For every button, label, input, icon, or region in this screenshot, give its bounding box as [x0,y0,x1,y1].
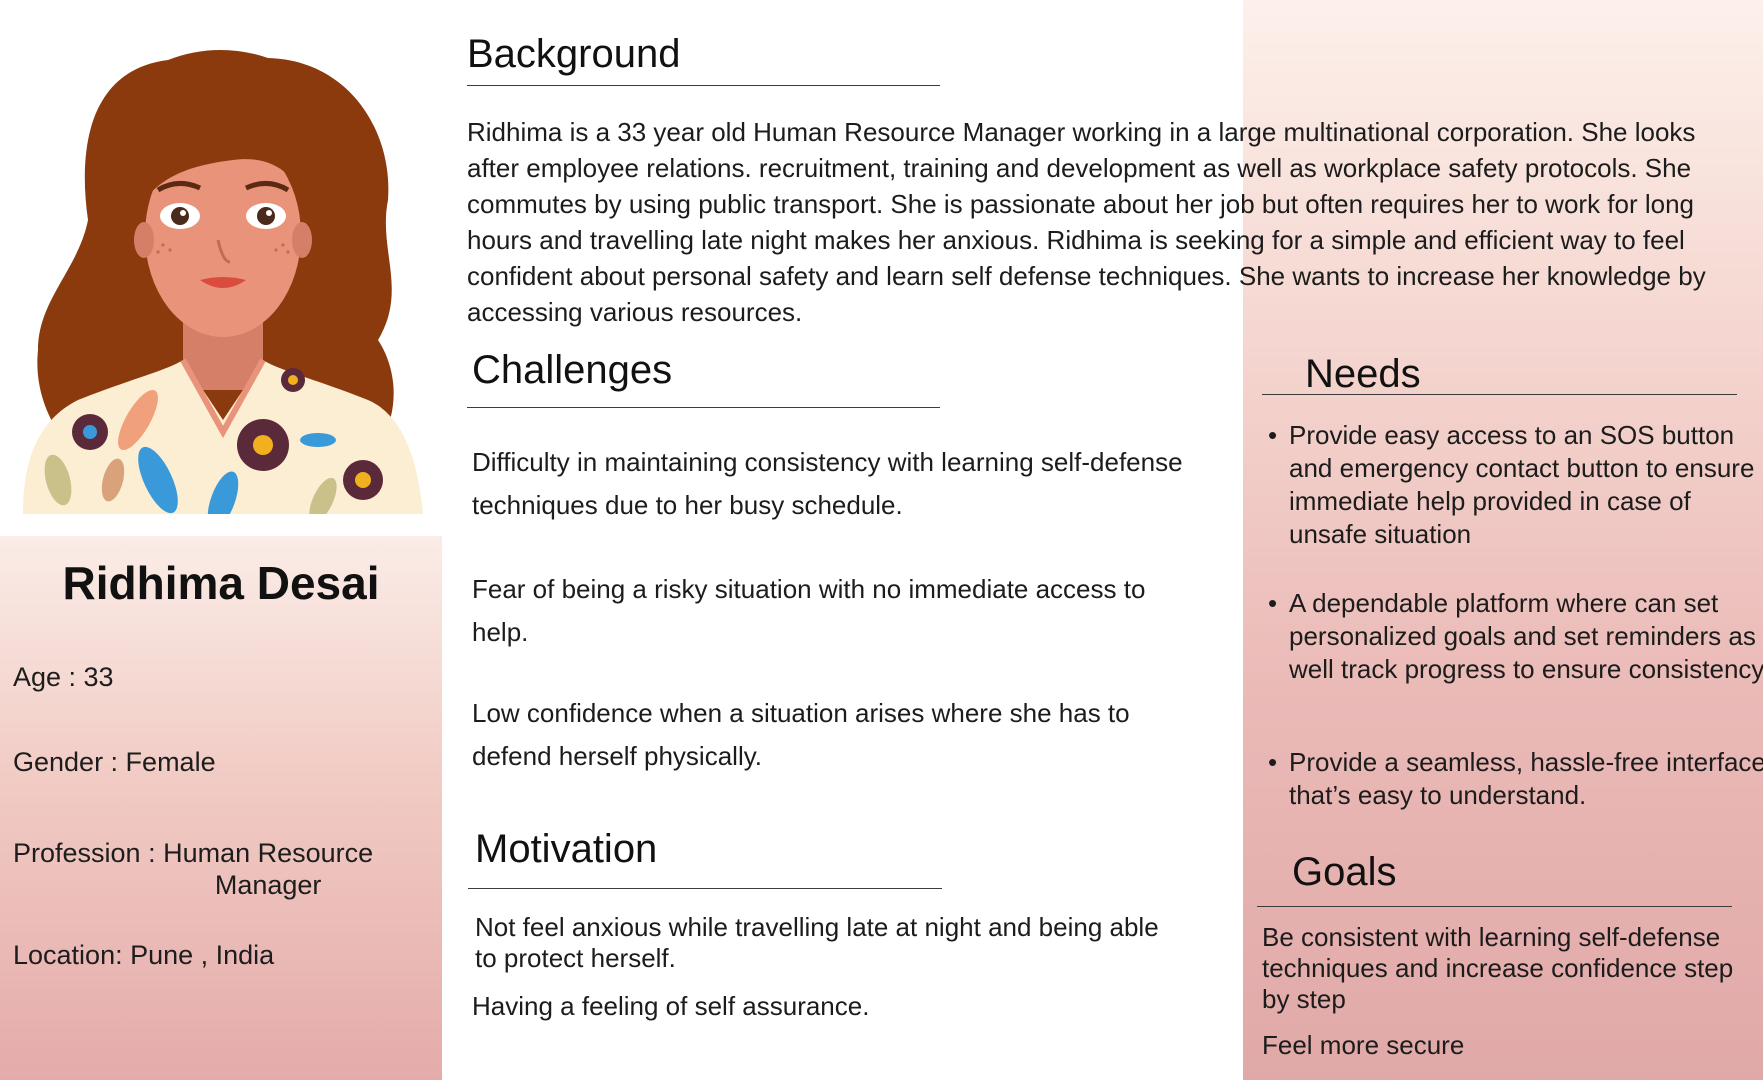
motivation-item: Having a feeling of self assurance. [472,991,870,1021]
gender-field: Gender : Female [13,747,216,777]
challenges-divider [467,407,940,408]
goal-item: Feel more secure [1262,1030,1465,1060]
needs-divider [1262,394,1737,395]
bullet-icon: • [1268,420,1278,450]
profession-label: Profession : [13,838,164,868]
profession-value-line2: Manager [214,870,322,900]
challenge-item: Fear of being a risky situation with no … [472,574,1146,647]
bullet-icon: • [1268,747,1278,777]
background-divider [467,85,940,86]
bullet-icon: • [1268,588,1278,618]
need-text: Provide a seamless, hassle-free interfac… [1289,747,1763,810]
age-field: Age : 33 [13,662,114,692]
needs-heading: Needs [1305,352,1421,396]
goal-item: Be consistent with learning self-defense… [1262,922,1734,1014]
profession-field: Profession : Human Resource Manager [13,837,373,901]
motivation-item: Not feel anxious while travelling late a… [475,912,1159,973]
persona-name: Ridhima Desai [62,557,380,609]
background-heading: Background [467,32,681,76]
need-text: Provide easy access to an SOS button and… [1289,420,1755,549]
challenge-item: Low confidence when a situation arises w… [472,698,1130,771]
challenge-item: Difficulty in maintaining consistency wi… [472,447,1183,520]
need-item: • Provide a seamless, hassle-free interf… [1268,746,1763,812]
profile-panel [0,536,442,1080]
profession-value: Human Resource Manager [163,837,373,901]
background-paragraph: Ridhima is a 33 year old Human Resource … [467,117,1706,327]
need-item: • A dependable platform where can set pe… [1268,587,1763,686]
motivation-divider [468,888,942,889]
profession-value-line1: Human Resource [163,838,374,868]
need-item: • Provide easy access to an SOS button a… [1268,419,1763,551]
ear-right [292,222,312,258]
ear-left [134,222,154,258]
woman-avatar-illustration [23,49,423,514]
motivation-heading: Motivation [475,827,658,871]
goals-divider [1257,906,1732,907]
goals-heading: Goals [1292,850,1397,894]
location-field: Location: Pune , India [13,940,275,970]
challenges-heading: Challenges [472,348,673,392]
need-text: A dependable platform where can set pers… [1289,588,1763,684]
